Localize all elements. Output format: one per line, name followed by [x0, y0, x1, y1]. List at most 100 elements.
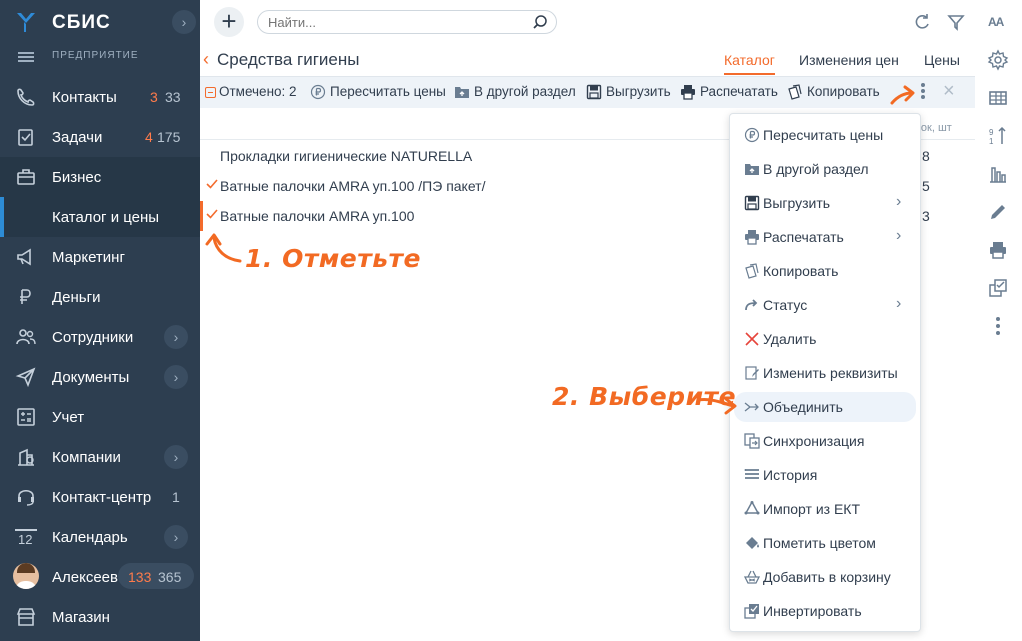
- chevron-right-icon: ›: [896, 227, 902, 244]
- sidebar-item-label: Магазин: [52, 609, 110, 626]
- sort-icon[interactable]: 91: [987, 125, 1009, 147]
- search-box[interactable]: [257, 10, 557, 34]
- tasks-icon: [15, 127, 37, 147]
- menu-item-sync[interactable]: Синхронизация: [730, 426, 922, 456]
- menu-item-mark-color[interactable]: Пометить цветом: [730, 528, 922, 558]
- product-name: Прокладки гигиенические NATURELLA: [220, 148, 473, 164]
- menu-item-label: Пометить цветом: [763, 535, 876, 551]
- sidebar-item-label: Бизнес: [52, 169, 102, 186]
- remainder-value: 3: [922, 208, 930, 224]
- add-button[interactable]: +: [214, 7, 244, 37]
- menu-item-status[interactable]: Статус ›: [730, 290, 922, 320]
- gear-icon[interactable]: [987, 49, 1009, 71]
- sidebar-item-money[interactable]: Деньги: [0, 277, 200, 317]
- printer-icon: [681, 85, 695, 100]
- print-button[interactable]: Распечатать: [680, 84, 778, 100]
- menu-item-label: Выгрузить: [763, 195, 831, 211]
- menu-item-print[interactable]: Распечатать ›: [730, 222, 922, 252]
- filter-icon[interactable]: [946, 12, 966, 32]
- close-icon[interactable]: ×: [943, 80, 955, 103]
- check-icon[interactable]: [206, 208, 218, 220]
- menu-item-import-ekt[interactable]: Импорт из ЕКТ: [730, 494, 922, 524]
- menu-item-label: Объединить: [763, 399, 843, 415]
- copy-icon: [788, 84, 802, 100]
- sidebar-item-accounting[interactable]: Учет: [0, 397, 200, 437]
- sbis-logo-icon[interactable]: [15, 11, 37, 33]
- tab-prices[interactable]: Цены: [924, 52, 960, 68]
- bar-chart-icon[interactable]: [987, 163, 1009, 185]
- sidebar-item-calendar[interactable]: 12 Календарь ›: [0, 517, 200, 557]
- chevron-right-icon[interactable]: ›: [164, 445, 188, 469]
- checklist-icon[interactable]: [987, 277, 1009, 299]
- sidebar-item-business[interactable]: Бизнес: [0, 157, 200, 197]
- font-size-icon[interactable]: AA: [988, 15, 1004, 29]
- refresh-icon[interactable]: [912, 12, 932, 32]
- sidebar-item-shop[interactable]: Магазин: [0, 597, 200, 637]
- menu-item-copy[interactable]: Копировать: [730, 256, 922, 286]
- sidebar-item-companies[interactable]: Компании ›: [0, 437, 200, 477]
- chevron-right-icon[interactable]: ›: [164, 525, 188, 549]
- merge-icon: [744, 399, 760, 415]
- menu-item-export[interactable]: Выгрузить ›: [730, 188, 922, 218]
- sidebar-item-tasks[interactable]: Задачи 4 175: [0, 117, 200, 157]
- menu-item-delete[interactable]: Удалить: [730, 324, 922, 354]
- search-icon[interactable]: [532, 14, 548, 30]
- tab-catalog[interactable]: Каталог: [724, 52, 775, 75]
- back-arrow-icon[interactable]: ‹: [203, 49, 209, 70]
- headset-icon: [15, 487, 37, 507]
- chevron-right-icon[interactable]: ›: [164, 365, 188, 389]
- menu-item-merge[interactable]: Объединить: [734, 392, 916, 422]
- more-actions-icon[interactable]: [920, 83, 926, 103]
- chevron-right-icon: ›: [896, 193, 902, 210]
- expand-chevron-icon[interactable]: ›: [172, 10, 196, 34]
- sidebar-item-label: Календарь: [52, 529, 128, 546]
- printer-icon[interactable]: [987, 239, 1009, 261]
- sidebar-item-label: Каталог и цены: [52, 209, 160, 226]
- remainder-value: 8: [922, 148, 930, 164]
- more-vertical-icon[interactable]: [987, 315, 1009, 337]
- app-title[interactable]: СБИС: [52, 12, 111, 34]
- save-icon: [744, 195, 760, 211]
- menu-item-label: Удалить: [763, 331, 817, 347]
- menu-item-move-section[interactable]: В другой раздел: [730, 154, 922, 184]
- sidebar-item-documents[interactable]: Документы ›: [0, 357, 200, 397]
- avatar[interactable]: [13, 563, 39, 589]
- page-title: Средства гигиены: [217, 50, 360, 69]
- sidebar-item-label: Компании: [52, 449, 121, 466]
- recalc-prices-button[interactable]: Пересчитать цены: [310, 84, 446, 100]
- org-label: ПРЕДПРИЯТИЕ: [52, 50, 139, 61]
- menu-item-add-to-cart[interactable]: Добавить в корзину: [730, 562, 922, 592]
- sidebar-item-catalog[interactable]: Каталог и цены: [0, 197, 200, 237]
- sidebar-item-contacts[interactable]: Контакты 3 33: [0, 77, 200, 117]
- status-arrow-icon: [744, 297, 760, 313]
- invert-icon: [744, 603, 760, 619]
- sidebar-item-employees[interactable]: Сотрудники ›: [0, 317, 200, 357]
- menu-icon[interactable]: [18, 52, 34, 62]
- actions-menu: Пересчитать цены В другой раздел Выгрузи…: [729, 113, 921, 632]
- menu-item-invert[interactable]: Инвертировать: [730, 596, 922, 626]
- copy-icon: [744, 263, 760, 279]
- menu-item-history[interactable]: История: [730, 460, 922, 490]
- sidebar-item-contact-center[interactable]: Контакт-центр 1: [0, 477, 200, 517]
- move-to-section-button[interactable]: В другой раздел: [454, 84, 576, 99]
- sidebar-item-marketing[interactable]: Маркетинг: [0, 237, 200, 277]
- remainder-value: 5: [922, 178, 930, 194]
- pencil-icon[interactable]: [987, 201, 1009, 223]
- tab-price-changes[interactable]: Изменения цен: [799, 52, 899, 68]
- export-button[interactable]: Выгрузить: [586, 84, 671, 100]
- menu-item-edit-requisites[interactable]: Изменить реквизиты: [730, 358, 922, 388]
- total-count: 33: [165, 89, 181, 105]
- deselect-checkbox[interactable]: [205, 87, 216, 98]
- menu-item-recalc-prices[interactable]: Пересчитать цены: [730, 120, 922, 150]
- briefcase-icon: [15, 167, 37, 187]
- menu-item-label: Пересчитать цены: [763, 127, 884, 143]
- table-icon[interactable]: [987, 87, 1009, 109]
- org-row[interactable]: ПРЕДПРИЯТИЕ: [0, 46, 200, 68]
- chevron-right-icon[interactable]: ›: [164, 325, 188, 349]
- search-input[interactable]: [268, 14, 518, 30]
- copy-button[interactable]: Копировать: [787, 84, 880, 100]
- check-icon[interactable]: [206, 178, 218, 190]
- menu-item-label: Изменить реквизиты: [763, 365, 898, 381]
- sidebar-item-profile[interactable]: Алексеев 133 365: [0, 557, 200, 597]
- calendar-icon: 12: [15, 529, 37, 547]
